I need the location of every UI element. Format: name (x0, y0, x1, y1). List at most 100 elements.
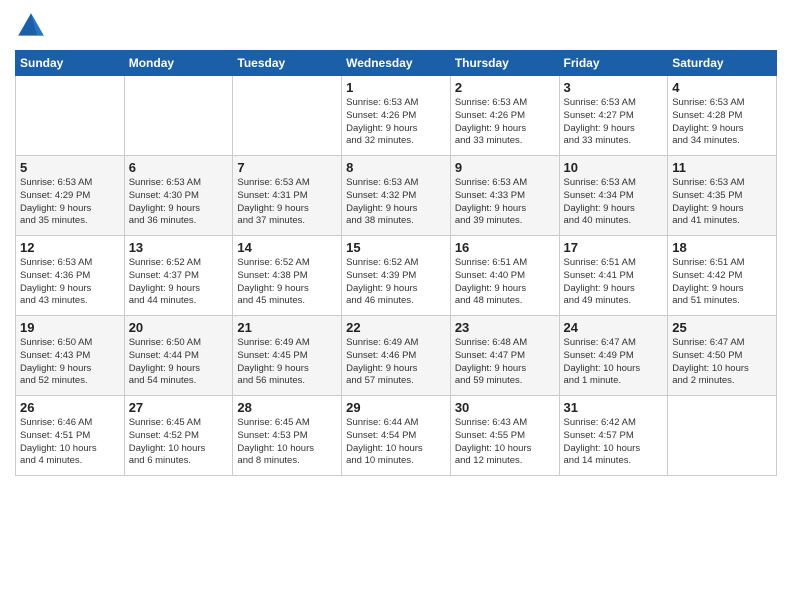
calendar-week-5: 26 Sunrise: 6:46 AM Sunset: 4:51 PM Dayli… (16, 396, 777, 476)
calendar-week-4: 19Sunrise: 6:50 AM Sunset: 4:43 PM Dayli… (16, 316, 777, 396)
calendar-cell: 11Sunrise: 6:53 AM Sunset: 4:35 PM Dayli… (668, 156, 777, 236)
calendar-cell (233, 76, 342, 156)
day-info: Sunrise: 6:53 AM Sunset: 4:33 PM Dayligh… (455, 177, 555, 228)
day-number: 10 (564, 160, 664, 175)
calendar-container: SundayMondayTuesdayWednesdayThursdayFrid… (0, 0, 792, 612)
calendar-cell: 21Sunrise: 6:49 AM Sunset: 4:45 PM Dayli… (233, 316, 342, 396)
day-number: 19 (20, 320, 120, 335)
day-number: 17 (564, 240, 664, 255)
day-number: 6 (129, 160, 229, 175)
calendar-cell (124, 76, 233, 156)
day-info: Sunrise: 6:53 AM Sunset: 4:34 PM Dayligh… (564, 177, 664, 228)
calendar-week-2: 5Sunrise: 6:53 AM Sunset: 4:29 PM Daylig… (16, 156, 777, 236)
day-number: 22 (346, 320, 446, 335)
weekday-header-row: SundayMondayTuesdayWednesdayThursdayFrid… (16, 51, 777, 76)
day-number: 26 (20, 400, 120, 415)
day-info: Sunrise: 6:53 AM Sunset: 4:32 PM Dayligh… (346, 177, 446, 228)
page-header (15, 10, 777, 42)
calendar-cell: 19Sunrise: 6:50 AM Sunset: 4:43 PM Dayli… (16, 316, 125, 396)
calendar-cell: 10 Sunrise: 6:53 AM Sunset: 4:34 PM Dayli… (559, 156, 668, 236)
day-number: 20 (129, 320, 229, 335)
day-info: Sunrise: 6:42 AM Sunset: 4:57 PM Dayligh… (564, 417, 664, 468)
calendar-cell: 28Sunrise: 6:45 AM Sunset: 4:53 PM Dayli… (233, 396, 342, 476)
calendar-cell: 15 Sunrise: 6:52 AM Sunset: 4:39 PM Dayli… (342, 236, 451, 316)
day-number: 12 (20, 240, 120, 255)
day-number: 27 (129, 400, 229, 415)
day-number: 28 (237, 400, 337, 415)
day-number: 30 (455, 400, 555, 415)
day-info: Sunrise: 6:53 AM Sunset: 4:26 PM Dayligh… (346, 97, 446, 148)
calendar-cell: 8 Sunrise: 6:53 AM Sunset: 4:32 PM Daylig… (342, 156, 451, 236)
calendar-cell: 25Sunrise: 6:47 AM Sunset: 4:50 PM Dayli… (668, 316, 777, 396)
day-number: 18 (672, 240, 772, 255)
calendar-cell (16, 76, 125, 156)
calendar-cell: 9 Sunrise: 6:53 AM Sunset: 4:33 PM Daylig… (450, 156, 559, 236)
day-number: 29 (346, 400, 446, 415)
day-number: 15 (346, 240, 446, 255)
calendar-cell: 30 Sunrise: 6:43 AM Sunset: 4:55 PM Dayli… (450, 396, 559, 476)
weekday-header-wednesday: Wednesday (342, 51, 451, 76)
calendar-week-3: 12 Sunrise: 6:53 AM Sunset: 4:36 PM Dayli… (16, 236, 777, 316)
calendar-cell: 6 Sunrise: 6:53 AM Sunset: 4:30 PM Daylig… (124, 156, 233, 236)
day-number: 11 (672, 160, 772, 175)
day-info: Sunrise: 6:45 AM Sunset: 4:52 PM Dayligh… (129, 417, 229, 468)
logo (15, 10, 53, 42)
calendar-cell: 22 Sunrise: 6:49 AM Sunset: 4:46 PM Dayli… (342, 316, 451, 396)
weekday-header-sunday: Sunday (16, 51, 125, 76)
day-number: 2 (455, 80, 555, 95)
day-number: 3 (564, 80, 664, 95)
day-info: Sunrise: 6:46 AM Sunset: 4:51 PM Dayligh… (20, 417, 120, 468)
weekday-header-saturday: Saturday (668, 51, 777, 76)
day-number: 14 (237, 240, 337, 255)
day-info: Sunrise: 6:53 AM Sunset: 4:26 PM Dayligh… (455, 97, 555, 148)
day-info: Sunrise: 6:53 AM Sunset: 4:36 PM Dayligh… (20, 257, 120, 308)
calendar-cell: 4 Sunrise: 6:53 AM Sunset: 4:28 PM Daylig… (668, 76, 777, 156)
day-number: 24 (564, 320, 664, 335)
day-info: Sunrise: 6:53 AM Sunset: 4:30 PM Dayligh… (129, 177, 229, 228)
calendar-cell: 1Sunrise: 6:53 AM Sunset: 4:26 PM Daylig… (342, 76, 451, 156)
calendar-table: SundayMondayTuesdayWednesdayThursdayFrid… (15, 50, 777, 476)
day-number: 5 (20, 160, 120, 175)
calendar-cell (668, 396, 777, 476)
calendar-cell: 29Sunrise: 6:44 AM Sunset: 4:54 PM Dayli… (342, 396, 451, 476)
weekday-header-thursday: Thursday (450, 51, 559, 76)
calendar-cell: 26 Sunrise: 6:46 AM Sunset: 4:51 PM Dayli… (16, 396, 125, 476)
day-number: 7 (237, 160, 337, 175)
day-info: Sunrise: 6:48 AM Sunset: 4:47 PM Dayligh… (455, 337, 555, 388)
logo-icon (15, 10, 47, 42)
calendar-cell: 3Sunrise: 6:53 AM Sunset: 4:27 PM Daylig… (559, 76, 668, 156)
calendar-cell: 12 Sunrise: 6:53 AM Sunset: 4:36 PM Dayli… (16, 236, 125, 316)
weekday-header-tuesday: Tuesday (233, 51, 342, 76)
calendar-cell: 7Sunrise: 6:53 AM Sunset: 4:31 PM Daylig… (233, 156, 342, 236)
day-info: Sunrise: 6:51 AM Sunset: 4:42 PM Dayligh… (672, 257, 772, 308)
calendar-cell: 20 Sunrise: 6:50 AM Sunset: 4:44 PM Dayli… (124, 316, 233, 396)
day-number: 9 (455, 160, 555, 175)
calendar-cell: 18 Sunrise: 6:51 AM Sunset: 4:42 PM Dayli… (668, 236, 777, 316)
calendar-cell: 31 Sunrise: 6:42 AM Sunset: 4:57 PM Dayli… (559, 396, 668, 476)
day-info: Sunrise: 6:52 AM Sunset: 4:39 PM Dayligh… (346, 257, 446, 308)
day-number: 13 (129, 240, 229, 255)
day-number: 23 (455, 320, 555, 335)
day-info: Sunrise: 6:51 AM Sunset: 4:40 PM Dayligh… (455, 257, 555, 308)
calendar-cell: 17 Sunrise: 6:51 AM Sunset: 4:41 PM Dayli… (559, 236, 668, 316)
day-info: Sunrise: 6:52 AM Sunset: 4:37 PM Dayligh… (129, 257, 229, 308)
day-info: Sunrise: 6:43 AM Sunset: 4:55 PM Dayligh… (455, 417, 555, 468)
day-info: Sunrise: 6:53 AM Sunset: 4:28 PM Dayligh… (672, 97, 772, 148)
calendar-cell: 13 Sunrise: 6:52 AM Sunset: 4:37 PM Dayli… (124, 236, 233, 316)
day-number: 8 (346, 160, 446, 175)
calendar-cell: 23 Sunrise: 6:48 AM Sunset: 4:47 PM Dayli… (450, 316, 559, 396)
day-info: Sunrise: 6:47 AM Sunset: 4:49 PM Dayligh… (564, 337, 664, 388)
day-number: 4 (672, 80, 772, 95)
day-number: 16 (455, 240, 555, 255)
calendar-cell: 16 Sunrise: 6:51 AM Sunset: 4:40 PM Dayli… (450, 236, 559, 316)
day-info: Sunrise: 6:49 AM Sunset: 4:45 PM Dayligh… (237, 337, 337, 388)
day-info: Sunrise: 6:51 AM Sunset: 4:41 PM Dayligh… (564, 257, 664, 308)
day-info: Sunrise: 6:47 AM Sunset: 4:50 PM Dayligh… (672, 337, 772, 388)
day-info: Sunrise: 6:49 AM Sunset: 4:46 PM Dayligh… (346, 337, 446, 388)
weekday-header-friday: Friday (559, 51, 668, 76)
calendar-cell: 27 Sunrise: 6:45 AM Sunset: 4:52 PM Dayli… (124, 396, 233, 476)
calendar-cell: 24 Sunrise: 6:47 AM Sunset: 4:49 PM Dayli… (559, 316, 668, 396)
calendar-cell: 14Sunrise: 6:52 AM Sunset: 4:38 PM Dayli… (233, 236, 342, 316)
day-number: 31 (564, 400, 664, 415)
day-info: Sunrise: 6:50 AM Sunset: 4:44 PM Dayligh… (129, 337, 229, 388)
